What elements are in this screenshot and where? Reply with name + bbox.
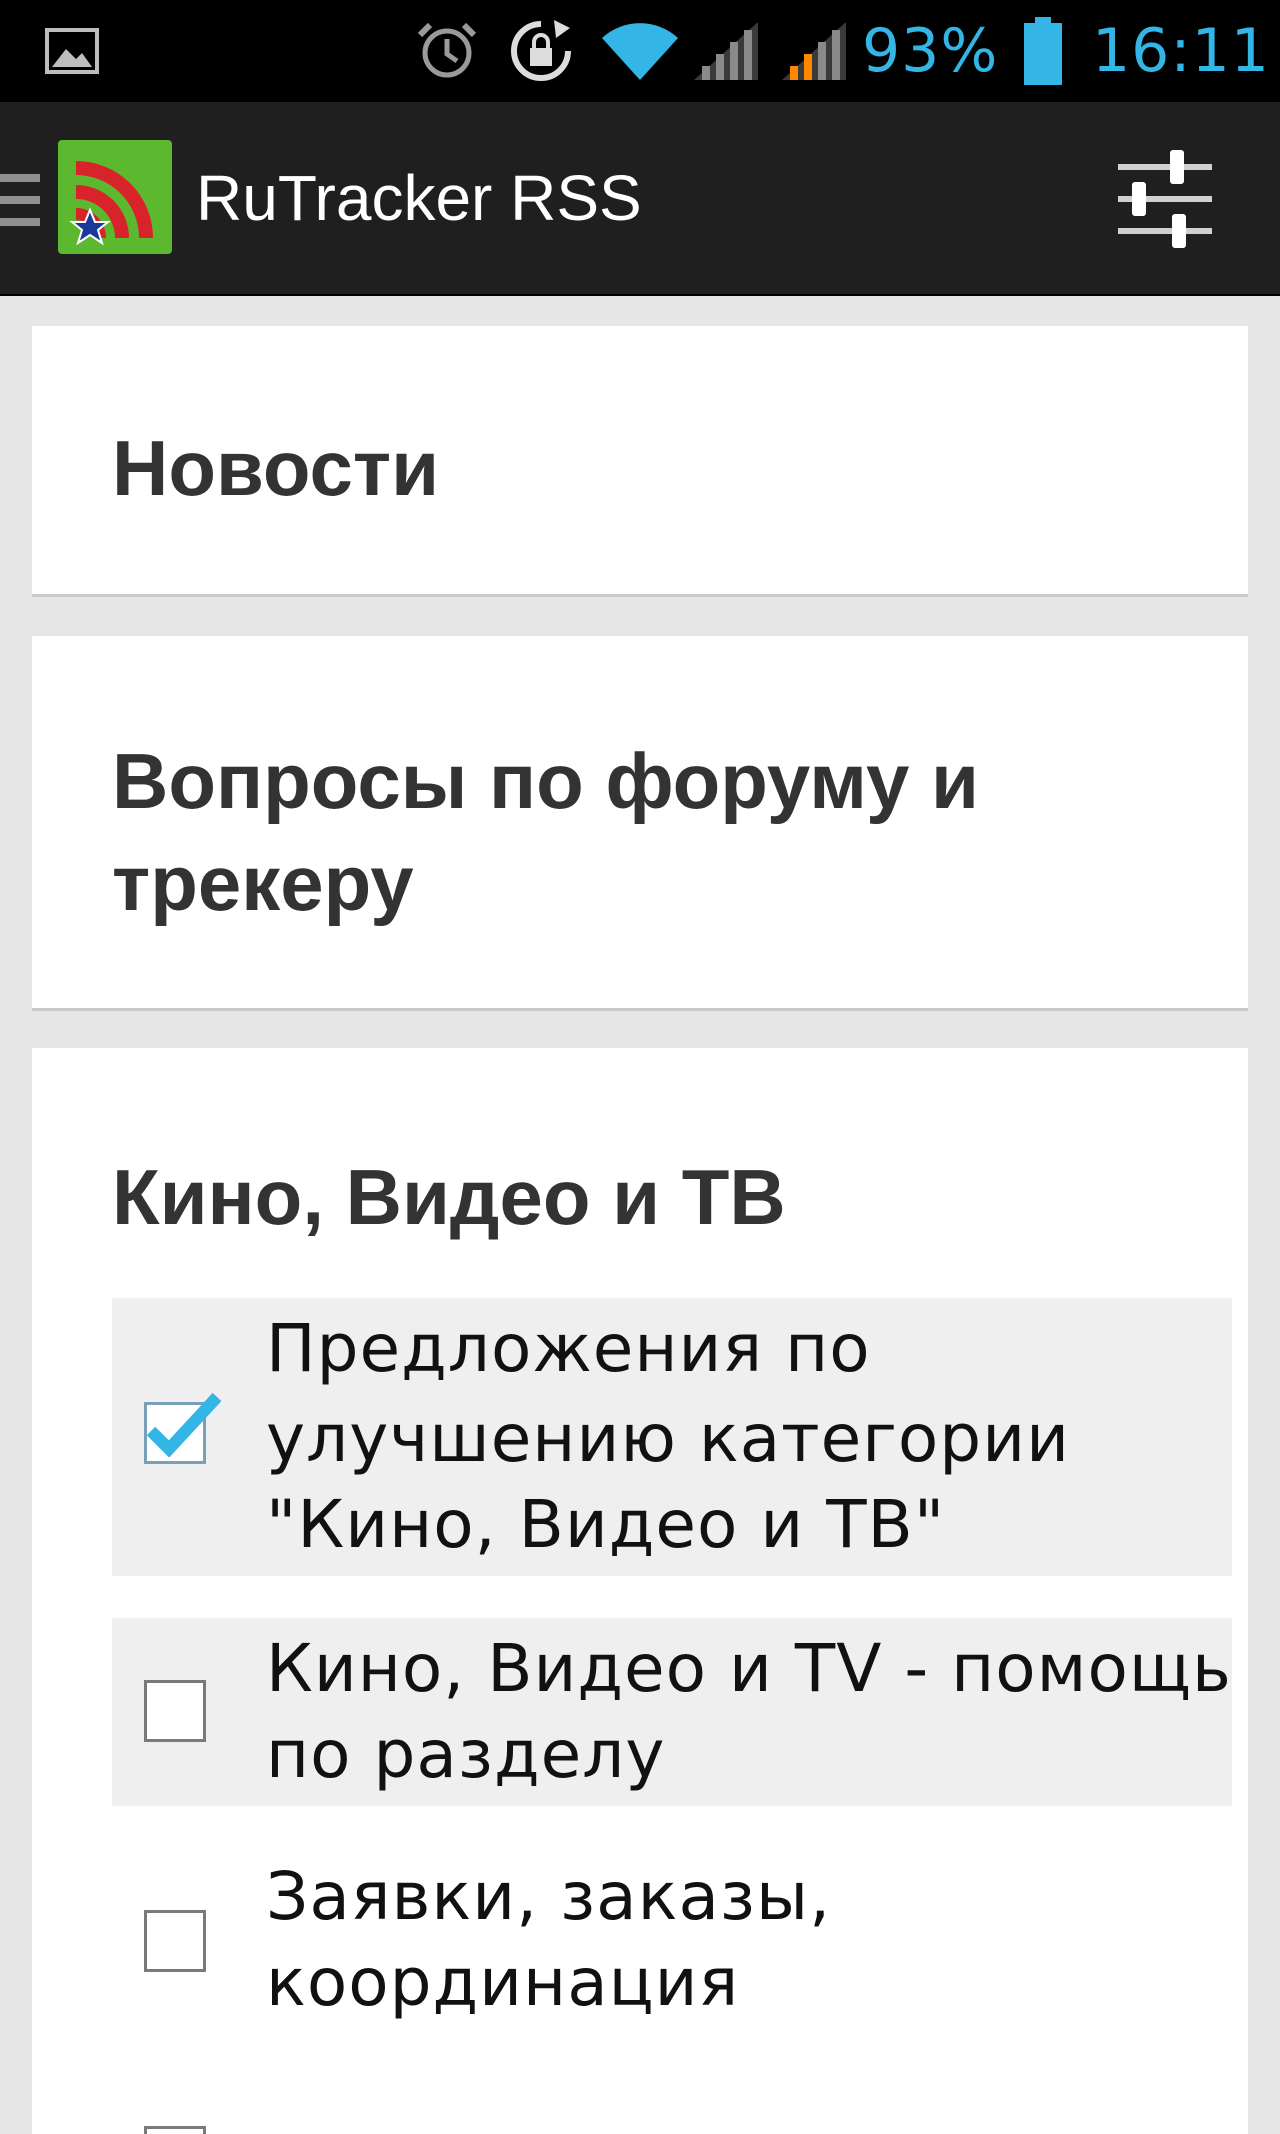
list-item[interactable]: Кино, Видео и TV - помощь по разделу	[112, 1618, 1232, 1806]
list-item[interactable]: Заявки, заказы, координация	[112, 1848, 1232, 2038]
section-card-news[interactable]: Новости	[32, 326, 1248, 594]
list-item-label-line1: Кино, Видео и TV - помощь	[266, 1630, 1232, 1707]
divider	[32, 594, 1248, 597]
section-title-line2: трекеру	[112, 839, 414, 927]
checkmark-icon	[146, 1392, 222, 1458]
section-title: Новости	[112, 424, 440, 512]
checkbox-checked[interactable]	[144, 1392, 222, 1464]
checkbox[interactable]	[144, 1680, 206, 1742]
rss-app-icon	[58, 140, 172, 259]
list-item-label-line1: Предложения по	[266, 1310, 871, 1387]
list-item-label-line1: Заявки, заказы,	[266, 1858, 832, 1935]
action-bar: RuTracker RSS	[0, 102, 1280, 296]
battery-percent: 93%	[862, 16, 999, 86]
image-notification-icon	[44, 0, 100, 102]
status-bar: 93% 16:11	[0, 0, 1280, 102]
list-item-label-line2: координация	[266, 1944, 740, 2021]
home-up-button[interactable]	[0, 102, 180, 294]
app-title: RuTracker RSS	[196, 162, 642, 234]
signal-icon	[780, 0, 850, 102]
list-item-label-line2: улучшению категории	[266, 1400, 1070, 1477]
settings-sliders-icon[interactable]	[1110, 144, 1220, 254]
section-title-line1: Вопросы по форуму и	[112, 737, 979, 825]
section-card-movies-video-tv: Кино, Видео и ТВ Предложения по улучшени…	[32, 1048, 1248, 2134]
list-item-label-line2: по разделу	[266, 1716, 666, 1793]
clock: 16:11	[1092, 16, 1270, 86]
checkbox[interactable]	[144, 1910, 206, 1972]
list-item[interactable]: Предложения по улучшению категории "Кино…	[112, 1298, 1232, 1576]
list-item-label-line3: "Кино, Видео и ТВ"	[266, 1486, 946, 1563]
drawer-menu-icon	[0, 172, 42, 233]
divider	[32, 1008, 1248, 1011]
signal-icon	[692, 0, 762, 102]
screen-rotation-lock-icon	[508, 0, 574, 102]
alarm-icon	[414, 0, 480, 102]
section-title: Кино, Видео и ТВ	[112, 1153, 786, 1241]
checkbox[interactable]	[144, 2126, 206, 2134]
battery-icon	[1022, 0, 1064, 102]
wifi-icon	[600, 0, 680, 102]
section-card-forum-questions[interactable]: Вопросы по форуму и трекеру	[32, 636, 1248, 1008]
